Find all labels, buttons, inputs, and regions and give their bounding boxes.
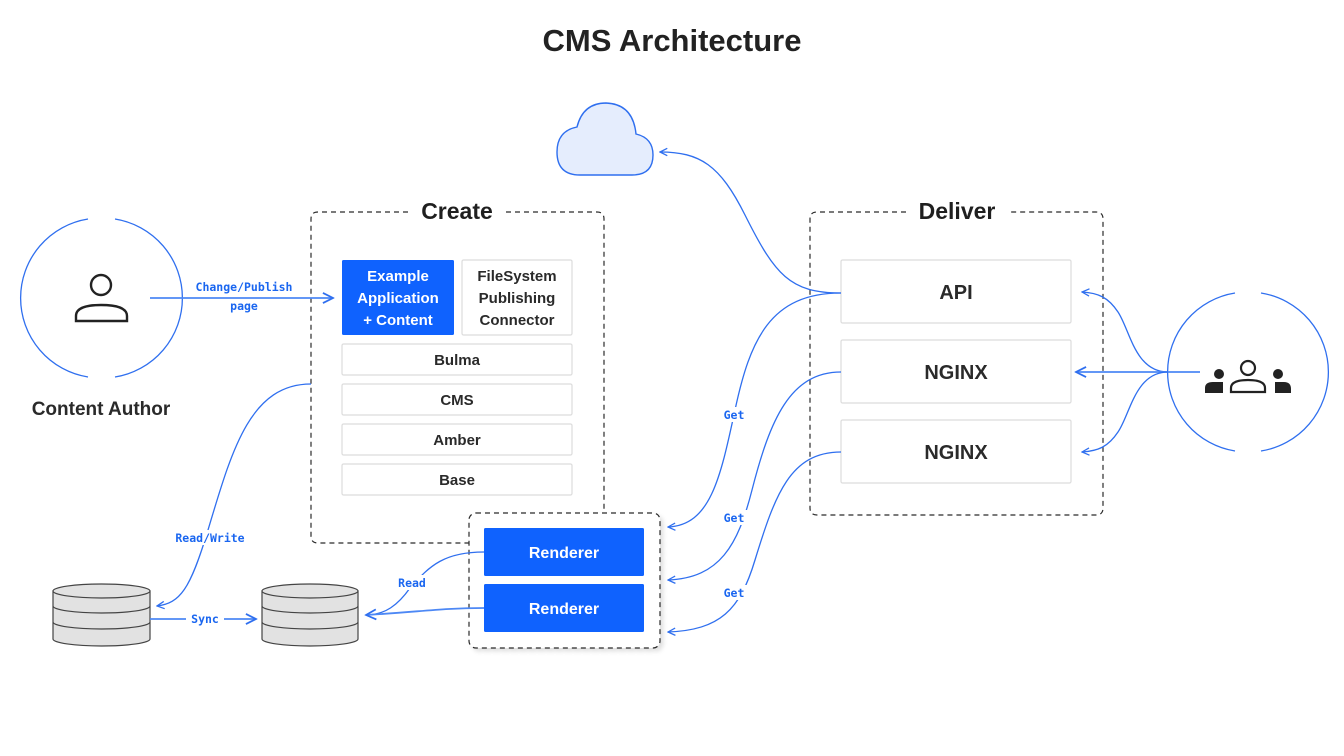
get-2-label: Get: [724, 511, 745, 525]
create-group-title: Create: [421, 198, 493, 224]
layer-base[interactable]: Base: [341, 463, 573, 496]
renderer-node-2[interactable]: Renderer: [484, 584, 644, 632]
content-author-label: Content Author: [32, 399, 171, 420]
read-write-arrow: [157, 383, 312, 606]
layer-bulma[interactable]: Bulma: [341, 343, 573, 376]
get-3-label: Get: [724, 586, 745, 600]
person-icon: [74, 273, 129, 323]
filesystem-connector-line-3: Connector: [480, 312, 555, 329]
layer-amber-label: Amber: [433, 432, 481, 449]
deliver-group-title: Deliver: [919, 198, 996, 224]
edge-change-publish: Change/Publish page: [150, 280, 333, 313]
primary-database-top: [52, 583, 151, 599]
renderer-node-1[interactable]: Renderer: [484, 528, 644, 576]
filesystem-connector-node[interactable]: FileSystem Publishing Connector: [461, 259, 573, 336]
renderer-group: Renderer Renderer: [468, 512, 661, 649]
renderer-2-label: Renderer: [529, 601, 599, 618]
create-group: Create Example Application + Content Fil…: [310, 198, 605, 544]
api-to-cloud-arrow: [660, 152, 842, 294]
nginx-node-1[interactable]: NGINX: [840, 339, 1072, 404]
get-1-arrow: [668, 292, 842, 527]
layer-bulma-label: Bulma: [434, 352, 481, 369]
user-group-icon: [1205, 359, 1291, 394]
sync-label: Sync: [191, 612, 219, 626]
users-to-nginx-2-arrow: [1082, 371, 1169, 452]
layer-cms-label: CMS: [440, 392, 473, 409]
api-label: API: [939, 282, 972, 304]
change-publish-label-1: Change/Publish: [196, 280, 293, 294]
read-label: Read: [398, 576, 426, 590]
example-application-line-2: Application: [357, 290, 439, 307]
filesystem-connector-line-2: Publishing: [479, 290, 556, 307]
edge-get-2: Get: [668, 371, 842, 580]
renderer-1-label: Renderer: [529, 545, 599, 562]
layer-amber[interactable]: Amber: [341, 423, 573, 456]
filesystem-connector-line-1: FileSystem: [477, 268, 556, 285]
change-publish-label-2: page: [230, 299, 258, 313]
content-author-actor[interactable]: Content Author: [20, 218, 183, 420]
read-write-label: Read/Write: [175, 531, 244, 545]
get-1-label: Get: [724, 408, 745, 422]
nginx-1-label: NGINX: [924, 362, 988, 384]
nginx-2-label: NGINX: [924, 442, 988, 464]
nginx-node-2[interactable]: NGINX: [840, 419, 1072, 484]
edge-read: Read: [366, 551, 485, 615]
primary-database[interactable]: [52, 583, 151, 647]
diagram-title: CMS Architecture: [543, 23, 802, 58]
cloud-icon: [556, 102, 654, 176]
example-application-line-3: + Content: [363, 312, 433, 329]
example-application-line-1: Example: [367, 268, 429, 285]
cms-architecture-diagram: CMS Architecture Content Author Create E…: [20, 23, 1329, 649]
api-node[interactable]: API: [840, 259, 1072, 324]
replica-database-body: [261, 590, 359, 647]
example-application-node[interactable]: Example Application + Content: [342, 260, 454, 335]
layer-cms[interactable]: CMS: [341, 383, 573, 416]
users-to-api-arrow: [1082, 292, 1169, 373]
edge-sync: Sync: [150, 610, 256, 626]
edge-read-write: Read/Write: [157, 383, 312, 606]
users-ring-right-half: [1260, 292, 1329, 452]
deliver-group: Deliver API NGINX NGINX: [809, 198, 1104, 516]
actor-ring-left-half: [20, 218, 89, 378]
edge-users-deliver: [1076, 292, 1200, 452]
edge-api-cloud: [660, 152, 842, 294]
edge-get-1: Get: [668, 292, 842, 527]
replica-database-top: [261, 583, 359, 599]
get-2-arrow: [668, 371, 842, 580]
primary-database-body: [52, 590, 151, 647]
layer-base-label: Base: [439, 472, 475, 489]
replica-database[interactable]: [261, 583, 359, 647]
